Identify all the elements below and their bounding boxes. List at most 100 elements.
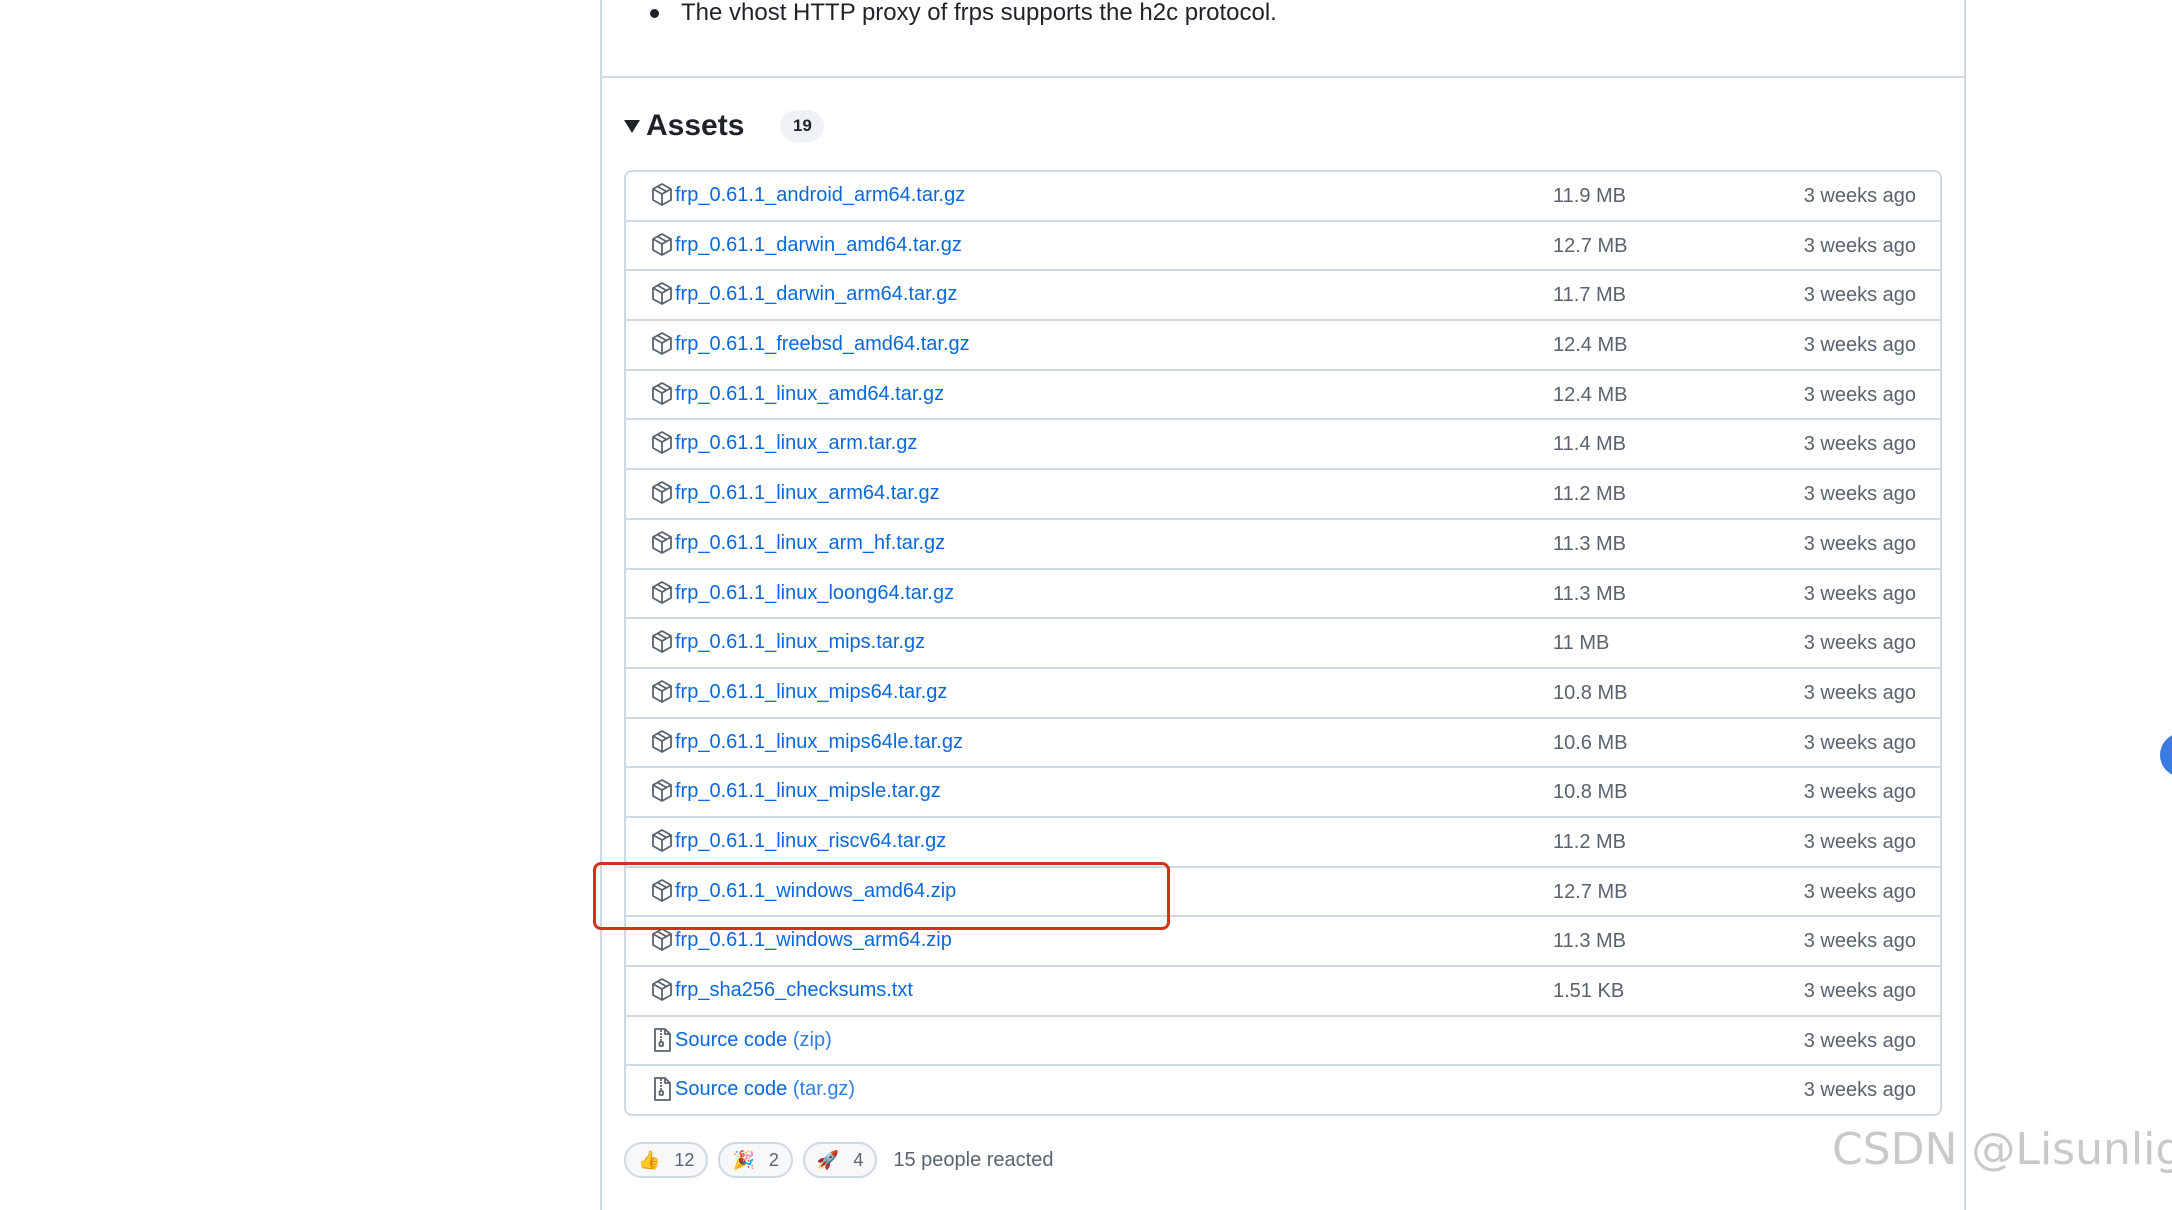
package-icon-graphic (652, 928, 672, 952)
asset-row: frp_0.61.1_windows_amd64.zip 12.7 MB 3 wee… (626, 868, 1940, 918)
asset-row: frp_0.61.1_linux_arm.tar.gz 11.4 MB 3 week… (626, 420, 1940, 471)
asset-row: Source code (tar.gz) 3 weeks ago (626, 1066, 1940, 1114)
package-icon (650, 729, 674, 755)
asset-row: frp_0.61.1_darwin_amd64.tar.gz 12.7 MB 3 w… (626, 222, 1940, 272)
asset-download-link[interactable]: frp_0.61.1_freebsd_amd64.tar.gz (675, 333, 970, 356)
asset-date: 3 weeks ago (1803, 880, 1916, 903)
asset-date: 3 weeks ago (1803, 632, 1916, 655)
asset-date: 3 weeks ago (1803, 681, 1916, 704)
asset-name: frp_0.61.1_darwin_arm64.tar.gz (675, 283, 958, 306)
asset-download-link[interactable]: frp_0.61.1_linux_arm_hf.tar.gz (675, 532, 945, 555)
package-icon-graphic (652, 232, 672, 256)
asset-size: 12.7 MB (1553, 880, 1628, 903)
asset-date: 3 weeks ago (1803, 980, 1916, 1002)
asset-download-link[interactable]: frp_0.61.1_darwin_arm64.tar.gz (675, 283, 957, 306)
package-icon (650, 927, 674, 953)
asset-name: frp_0.61.1_linux_mips.tar.gz (675, 631, 926, 654)
asset-download-link[interactable]: frp_0.61.1_linux_mips64le.tar.gz (675, 731, 963, 754)
package-icon (650, 530, 674, 556)
asset-row: frp_0.61.1_linux_loong64.tar.gz 11.3 MB 3 … (626, 570, 1940, 620)
package-icon-graphic (652, 729, 672, 753)
asset-download-link[interactable]: Source code (zip) (675, 1029, 832, 1052)
package-icon (650, 580, 674, 606)
package-icon (650, 331, 674, 357)
reactions-summary: 15 people reacted (893, 1148, 1054, 1171)
reaction-button[interactable]: 🚀 4 (802, 1142, 878, 1178)
asset-row: Source code (zip) 3 weeks ago (626, 1017, 1940, 1067)
asset-download-link[interactable]: frp_0.61.1_linux_mipsle.tar.gz (675, 780, 941, 803)
asset-size: 11 MB (1553, 632, 1610, 655)
asset-size: 11.3 MB (1553, 582, 1626, 605)
release-notes-bullet: The vhost HTTP proxy of frps supports th… (650, 0, 1277, 30)
asset-download-link[interactable]: frp_0.61.1_linux_mips.tar.gz (675, 631, 925, 654)
package-icon (650, 878, 674, 904)
asset-row: frp_0.61.1_darwin_arm64.tar.gz 11.7 MB 3 w… (626, 271, 1940, 322)
asset-name: frp_sha256_checksums.txt (675, 979, 913, 1001)
asset-row: frp_0.61.1_linux_mips.tar.gz 11 MB 3 weeks… (626, 619, 1940, 669)
asset-download-link[interactable]: frp_0.61.1_linux_amd64.tar.gz (675, 383, 944, 406)
assets-title[interactable]: Assets (646, 109, 744, 143)
asset-name: frp_0.61.1_linux_amd64.tar.gz (675, 382, 945, 405)
asset-download-link[interactable]: frp_0.61.1_linux_arm.tar.gz (675, 432, 917, 455)
asset-date: 3 weeks ago (1803, 731, 1916, 754)
asset-row: frp_0.61.1_linux_mipsle.tar.gz 10.8 MB 3 w… (626, 768, 1940, 818)
file-zip-icon-graphic (654, 1077, 671, 1102)
asset-download-link[interactable]: frp_0.61.1_windows_amd64.zip (675, 880, 956, 903)
asset-format: (tar.gz) (792, 1078, 856, 1101)
rocket-icon: 🚀 (816, 1149, 840, 1170)
asset-row: frp_0.61.1_windows_arm64.zip 11.3 MB 3 wee… (626, 917, 1940, 967)
package-icon (650, 281, 674, 307)
package-icon-graphic (652, 332, 672, 355)
assets-header[interactable]: Assets 19 (624, 104, 825, 148)
asset-date: 3 weeks ago (1803, 284, 1916, 307)
reaction-count: 2 (768, 1149, 779, 1170)
asset-format: (zip) (792, 1028, 832, 1051)
asset-date: 3 weeks ago (1803, 234, 1916, 257)
asset-date: 3 weeks ago (1803, 781, 1916, 804)
asset-download-link[interactable]: frp_0.61.1_linux_mips64.tar.gz (675, 681, 947, 704)
asset-download-link[interactable]: frp_0.61.1_linux_loong64.tar.gz (675, 582, 954, 605)
package-icon (650, 430, 674, 456)
package-icon-graphic (652, 282, 672, 306)
asset-name: Source code (675, 1028, 788, 1051)
asset-name: frp_0.61.1_linux_loong64.tar.gz (675, 581, 955, 604)
thumbs-up-icon: 👍 (638, 1149, 661, 1170)
package-icon (650, 381, 674, 407)
package-icon (650, 232, 674, 258)
asset-name: frp_0.61.1_linux_mipsle.tar.gz (675, 780, 941, 803)
caret-down-icon[interactable] (624, 119, 640, 133)
asset-name: frp_0.61.1_windows_amd64.zip (675, 879, 957, 902)
package-icon-graphic (652, 530, 672, 554)
asset-download-link[interactable]: frp_0.61.1_windows_arm64.zip (675, 929, 952, 952)
floating-edge-button[interactable] (2160, 733, 2172, 777)
asset-size: 12.4 MB (1553, 383, 1628, 406)
asset-download-link[interactable]: frp_0.61.1_linux_arm64.tar.gz (675, 482, 940, 505)
asset-download-link[interactable]: frp_0.61.1_darwin_amd64.tar.gz (675, 234, 962, 257)
bullet-dot (650, 8, 659, 18)
package-icon (650, 679, 674, 705)
asset-date: 3 weeks ago (1803, 1029, 1916, 1052)
asset-date: 3 weeks ago (1803, 483, 1916, 506)
asset-size: 11.2 MB (1553, 830, 1626, 853)
asset-row: frp_0.61.1_linux_arm_hf.tar.gz 11.3 MB 3 w… (626, 520, 1940, 570)
asset-download-link[interactable]: frp_sha256_checksums.txt (675, 979, 913, 1002)
asset-date: 3 weeks ago (1803, 334, 1916, 357)
file-zip-icon (650, 1027, 674, 1053)
file-zip-icon-graphic (654, 1027, 671, 1052)
asset-download-link[interactable]: frp_0.61.1_linux_riscv64.tar.gz (675, 830, 946, 853)
package-icon (650, 182, 674, 208)
asset-row: frp_sha256_checksums.txt 1.51 KB 3 weeks a… (626, 967, 1940, 1017)
asset-row: frp_0.61.1_linux_arm64.tar.gz 11.2 MB 3 we… (626, 470, 1940, 520)
asset-size: 11.3 MB (1553, 532, 1626, 555)
asset-download-link[interactable]: frp_0.61.1_android_arm64.tar.gz (675, 184, 965, 207)
asset-size: 11.4 MB (1553, 433, 1626, 456)
party-popper-icon: 🎉 (732, 1149, 755, 1170)
asset-row: frp_0.61.1_linux_mips64.tar.gz 10.8 MB 3 w… (626, 669, 1940, 719)
reaction-button[interactable]: 👍 12 (624, 1142, 709, 1178)
asset-size: 11.9 MB (1553, 185, 1626, 207)
asset-name: frp_0.61.1_linux_arm_hf.tar.gz (675, 531, 946, 554)
asset-download-link[interactable]: Source code (tar.gz) (675, 1078, 855, 1101)
asset-date: 3 weeks ago (1803, 1079, 1916, 1102)
reaction-button[interactable]: 🎉 2 (718, 1142, 793, 1178)
asset-row: frp_0.61.1_linux_riscv64.tar.gz 11.2 MB 3 … (626, 818, 1940, 868)
